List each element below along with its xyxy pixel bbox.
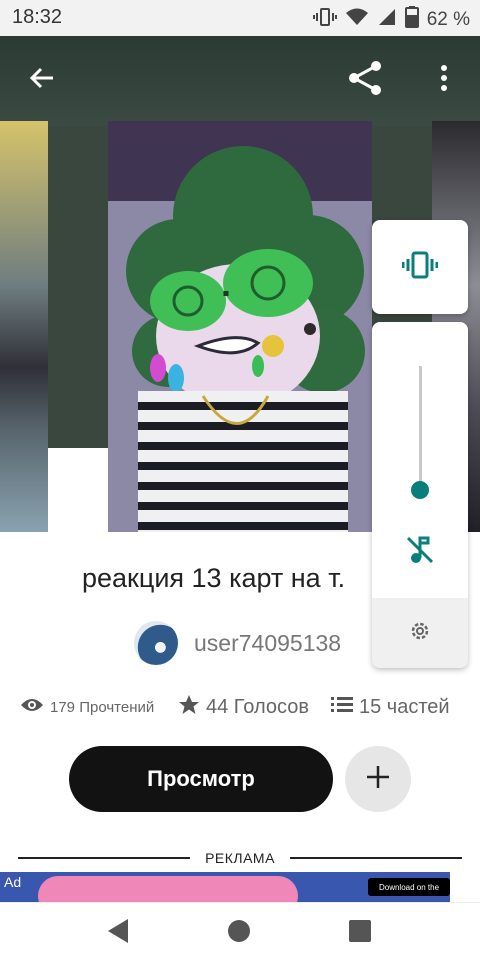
- status-bar: 18:32 62 %: [0, 0, 480, 36]
- previous-cover-thumbnail[interactable]: [0, 121, 48, 532]
- nav-recents-button[interactable]: [342, 915, 378, 951]
- vibrate-status-icon: [312, 7, 337, 33]
- votes-stat: 44 Голосов: [178, 694, 331, 721]
- ad-divider-right: [290, 857, 462, 859]
- nav-home-button[interactable]: [221, 915, 257, 951]
- eye-icon: [20, 697, 44, 718]
- add-to-library-button[interactable]: [345, 746, 411, 812]
- triangle-back-icon: [106, 918, 130, 949]
- share-button[interactable]: [344, 58, 388, 102]
- read-button[interactable]: Просмотр: [69, 746, 333, 812]
- ad-artwork: [38, 876, 298, 902]
- share-icon: [346, 58, 386, 103]
- signal-icon: [377, 7, 397, 33]
- app-store-badge[interactable]: Download on the: [368, 878, 450, 896]
- volume-panel: [372, 322, 468, 668]
- story-title: реакция 13 карт на т.: [82, 563, 346, 593]
- vibrate-icon: [401, 251, 439, 284]
- plus-icon: [365, 764, 391, 795]
- parts-stat: 15 частей: [331, 695, 450, 720]
- sound-settings-button[interactable]: [372, 598, 468, 668]
- vibrate-toggle[interactable]: [372, 220, 468, 314]
- media-mute-button[interactable]: [404, 534, 436, 566]
- gear-icon: [408, 619, 432, 648]
- ad-divider-label: РЕКЛАМА: [205, 850, 275, 866]
- square-recents-icon: [348, 919, 372, 948]
- wifi-icon: [345, 7, 369, 33]
- votes-count: 44 Голосов: [206, 696, 309, 718]
- ad-divider-left: [18, 857, 190, 859]
- list-icon: [331, 695, 353, 720]
- story-cover[interactable]: [108, 121, 372, 532]
- battery-icon: [404, 6, 419, 34]
- volume-slider-track[interactable]: [419, 366, 422, 492]
- nav-back-button[interactable]: [100, 915, 136, 951]
- back-button[interactable]: [20, 58, 64, 102]
- reads-stat: 179 Прочтений: [20, 697, 178, 718]
- ad-banner[interactable]: Ad Download on the: [0, 872, 450, 902]
- arrow-left-icon: [28, 64, 56, 97]
- battery-level: 62 %: [426, 9, 470, 30]
- circle-home-icon: [227, 919, 251, 948]
- volume-slider-knob[interactable]: [411, 481, 429, 499]
- music-off-icon: [404, 536, 436, 570]
- story-stats: 179 Прочтений 44 Голосов 15 частей: [20, 694, 470, 721]
- star-icon: [178, 694, 200, 721]
- parts-count: 15 частей: [359, 696, 450, 718]
- more-vert-icon: [440, 64, 448, 97]
- ad-tag: Ad: [4, 874, 22, 890]
- author-link[interactable]: user74095138: [134, 621, 341, 665]
- reads-count: 179 Прочтений: [50, 699, 155, 716]
- status-time: 18:32: [12, 6, 63, 28]
- system-nav-bar: [0, 902, 480, 961]
- author-avatar[interactable]: [134, 621, 178, 665]
- author-name[interactable]: user74095138: [194, 630, 341, 657]
- more-options-button[interactable]: [422, 58, 466, 102]
